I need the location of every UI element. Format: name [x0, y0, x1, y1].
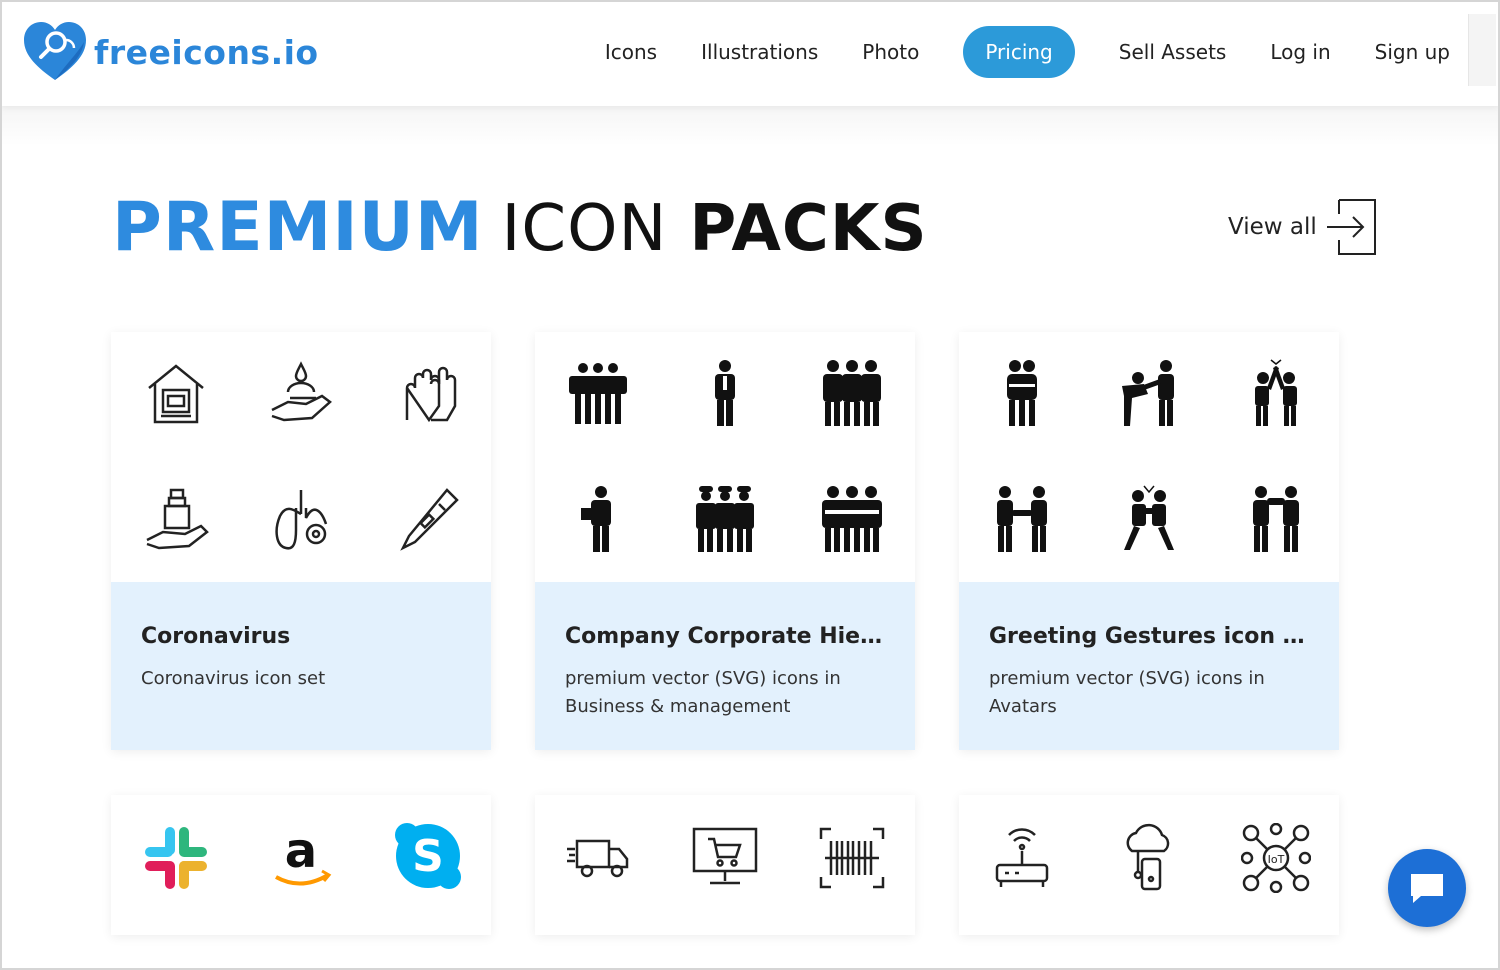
nav-photo[interactable]: Photo [862, 26, 919, 78]
chat-bubble-icon [1411, 874, 1443, 903]
view-all-link[interactable]: View all [1228, 196, 1379, 258]
high-five-icon [1255, 359, 1297, 426]
pack-info: Company Corporate Hier... premium vector… [535, 582, 915, 750]
site-header: freeicons.io Icons Illustrations Photo P… [2, 2, 1498, 106]
bow-greeting-icon [1122, 360, 1174, 426]
pack-icon-grid [959, 332, 1339, 582]
team-group-icon [569, 363, 627, 424]
nav-pricing-button[interactable]: Pricing [963, 26, 1075, 78]
pack-description: premium vector (SVG) icons in Business &… [565, 668, 841, 717]
pack-info: Coronavirus Coronavirus icon set [111, 582, 491, 750]
view-all-label: View all [1228, 214, 1317, 240]
section-title: PREMIUM ICON PACKS [112, 188, 928, 267]
brand-name: freeicons.io [94, 32, 319, 72]
home-quarantine-icon [148, 364, 204, 424]
businessman-icon [715, 360, 735, 426]
amazon-logo-icon: a [275, 823, 332, 886]
hand-washing-icon [271, 361, 332, 422]
nav-log-in[interactable]: Log in [1270, 26, 1330, 78]
business-team-icon [823, 360, 881, 426]
barcode-scan-icon [819, 827, 885, 889]
pack-card-coronavirus[interactable]: Coronavirus Coronavirus icon set [111, 332, 491, 750]
pack-card-brand-logos[interactable]: a S [111, 795, 491, 935]
title-icon: ICON [501, 192, 668, 266]
nav-illustrations[interactable]: Illustrations [701, 26, 818, 78]
heart-search-logo-icon [24, 22, 86, 80]
pack-card-iot[interactable]: IoT [959, 795, 1339, 935]
slack-logo-icon [145, 827, 207, 889]
greeting-hands-icon [1253, 486, 1299, 552]
pack-title: Greeting Gestures icon set [989, 624, 1311, 649]
title-packs: PACKS [689, 192, 928, 266]
delivery-truck-icon [567, 839, 629, 878]
fist-bump-icon [1124, 485, 1174, 550]
gloves-icon [405, 366, 457, 423]
pack-description: premium vector (SVG) icons in Avatars [989, 668, 1265, 717]
hand-sanitizer-icon [146, 488, 209, 550]
scrollbar-stub [1468, 14, 1496, 86]
nav-icons[interactable]: Icons [605, 26, 657, 78]
nav-sign-up[interactable]: Sign up [1375, 26, 1450, 78]
pack-title: Coronavirus [141, 624, 291, 649]
cloud-phone-icon [1126, 823, 1170, 891]
main-nav: Icons Illustrations Photo Pricing Sell A… [561, 26, 1450, 78]
svg-text:IoT: IoT [1268, 853, 1285, 866]
wifi-router-icon [995, 828, 1049, 887]
lungs-virus-icon [275, 490, 328, 550]
pack-card-ecommerce[interactable] [535, 795, 915, 935]
hug-icon [1007, 360, 1037, 426]
chat-button[interactable] [1388, 849, 1466, 927]
svg-text:a: a [285, 823, 317, 879]
handshake-icon [997, 486, 1047, 552]
pack-card-greeting-gestures[interactable]: Greeting Gestures icon set premium vecto… [959, 332, 1339, 750]
logo[interactable]: freeicons.io [22, 20, 319, 84]
svg-text:S: S [412, 831, 444, 882]
pack-icon-grid [111, 332, 491, 582]
arrow-right-into-box-icon [1326, 199, 1376, 255]
title-premium: PREMIUM [112, 188, 484, 267]
pack-info: Greeting Gestures icon set premium vecto… [959, 582, 1339, 750]
pack-icon-grid [535, 332, 915, 582]
online-shopping-monitor-icon [692, 827, 758, 885]
iot-network-icon: IoT [1241, 823, 1311, 893]
skype-logo-icon: S [395, 823, 461, 889]
header-shadow-bar [2, 106, 1498, 146]
pack-description: Coronavirus icon set [141, 668, 326, 689]
employee-with-laptop-icon [581, 486, 611, 552]
workers-group-icon [696, 486, 754, 552]
nav-sell-assets[interactable]: Sell Assets [1119, 26, 1227, 78]
pack-title: Company Corporate Hier... [565, 624, 887, 649]
pack-card-company-corporate[interactable]: Company Corporate Hier... premium vector… [535, 332, 915, 750]
crossed-arms-team-icon [822, 486, 882, 552]
thermometer-icon [400, 488, 459, 551]
